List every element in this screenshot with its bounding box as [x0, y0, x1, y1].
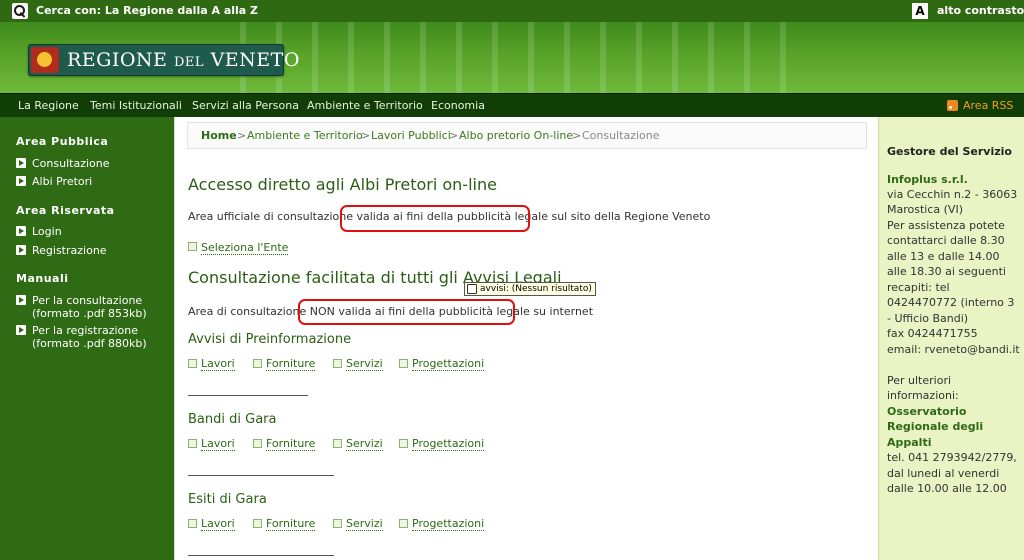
breadcrumb-current: Consultazione: [582, 129, 660, 142]
service-manager-title: Gestore del Servizio: [887, 145, 1012, 158]
breadcrumb-lavori-pubblici[interactable]: Lavori Pubblici: [371, 129, 451, 142]
checkbox-icon[interactable]: [399, 519, 408, 528]
divider: [188, 555, 334, 556]
arrow-right-icon: [16, 325, 26, 335]
main-content: Home > Ambiente e Territorio > Lavori Pu…: [174, 117, 878, 560]
main-nav: La Regione Temi Istituzionali Servizi al…: [0, 93, 1024, 117]
checkbox-icon[interactable]: [253, 359, 262, 368]
breadcrumb-separator: >: [361, 129, 371, 142]
contact-line: alle 13 e dalle 14.00: [887, 250, 1000, 263]
contact-line: 0424470772 (interno 3: [887, 296, 1015, 309]
checkbox-icon[interactable]: [399, 359, 408, 368]
select-entity-link[interactable]: Seleziona l'Ente: [201, 241, 289, 255]
checkbox-icon[interactable]: [188, 439, 197, 448]
rss-icon[interactable]: [947, 100, 958, 111]
breadcrumb-albo-pretorio[interactable]: Albo pretorio On-line: [459, 129, 573, 142]
company-name: Infoplus s.r.l.: [887, 173, 968, 186]
contact-line: recapiti: tel: [887, 281, 950, 294]
banner-background-image: [240, 22, 800, 93]
link-progettazioni[interactable]: Progettazioni: [412, 437, 485, 451]
org-name: Regionale degli: [887, 420, 984, 433]
arrow-right-icon: [16, 176, 26, 186]
search-icon: [467, 284, 477, 294]
link-lavori[interactable]: Lavori: [201, 517, 235, 531]
breadcrumb-ambiente-e-territorio[interactable]: Ambiente e Territorio: [247, 129, 363, 142]
contact-line: - Ufficio Bandi): [887, 312, 969, 325]
nav-item-servizi-alla-persona[interactable]: Servizi alla Persona: [192, 99, 299, 112]
breadcrumb-separator: >: [449, 129, 459, 142]
nav-item-ambiente-e-territorio[interactable]: Ambiente e Territorio: [307, 99, 423, 112]
category-title-esiti-di-gara: Esiti di Gara: [188, 492, 267, 507]
link-progettazioni[interactable]: Progettazioni: [412, 357, 485, 371]
breadcrumb-home[interactable]: Home: [201, 129, 237, 142]
breadcrumb: Home > Ambiente e Territorio > Lavori Pu…: [187, 122, 867, 149]
checkbox-icon[interactable]: [188, 359, 197, 368]
link-lavori[interactable]: Lavori: [201, 357, 235, 371]
contact-line: Per assistenza potete: [887, 219, 1005, 232]
org-hours: dalle 10.00 alle 12.00: [887, 482, 1007, 495]
arrow-right-icon: [16, 295, 26, 305]
checkbox-icon[interactable]: [399, 439, 408, 448]
search-by-topic-link[interactable]: Cerca con: La Regione dalla A alla Z: [36, 4, 258, 17]
nav-item-la-regione[interactable]: La Regione: [18, 99, 79, 112]
regione-veneto-logo[interactable]: REGIONE DEL VENETO: [28, 44, 299, 76]
checkbox-icon[interactable]: [188, 242, 197, 251]
contrast-icon[interactable]: A: [912, 3, 928, 19]
checkbox-icon[interactable]: [333, 519, 342, 528]
nav-item-temi-istituzionali[interactable]: Temi Istituzionali: [90, 99, 182, 112]
arrow-right-icon: [16, 226, 26, 236]
category-title-bandi-di-gara: Bandi di Gara: [188, 412, 277, 427]
category-title-avvisi-preinformazione: Avvisi di Preinformazione: [188, 332, 352, 347]
link-servizi[interactable]: Servizi: [346, 357, 383, 371]
org-hours: dal lunedi al venerdi: [887, 467, 1000, 480]
nav-item-economia[interactable]: Economia: [431, 99, 485, 112]
contact-line: alle 18.30 ai seguenti: [887, 265, 1006, 278]
checkbox-icon[interactable]: [253, 519, 262, 528]
high-contrast-link[interactable]: alto contrasto: [937, 4, 1024, 17]
checkbox-icon[interactable]: [333, 359, 342, 368]
checkbox-icon[interactable]: [188, 519, 197, 528]
right-sidebar: Gestore del Servizio Infoplus s.r.l. via…: [878, 117, 1024, 560]
link-lavori[interactable]: Lavori: [201, 437, 235, 451]
sidebar-heading-manuali: Manuali: [16, 272, 69, 285]
divider: [188, 395, 308, 396]
left-sidebar: Area Pubblica Consultazione Albi Pretori…: [0, 117, 174, 560]
contact-line: contattarci dalle 8.30: [887, 234, 1005, 247]
link-forniture[interactable]: Forniture: [266, 437, 316, 451]
highlight-box: [298, 299, 515, 325]
contact-line: Marostica (VI): [887, 203, 963, 216]
org-phone: tel. 041 2793942/2779,: [887, 451, 1017, 464]
rss-link[interactable]: Area RSS: [963, 99, 1013, 112]
link-progettazioni[interactable]: Progettazioni: [412, 517, 485, 531]
link-servizi[interactable]: Servizi: [346, 517, 383, 531]
info-line: Per ulteriori: [887, 374, 952, 387]
arrow-right-icon: [16, 158, 26, 168]
contact-line: fax 0424471755: [887, 327, 978, 340]
link-servizi[interactable]: Servizi: [346, 437, 383, 451]
logo-text: REGIONE DEL VENETO: [67, 49, 300, 71]
highlight-box: [340, 205, 530, 232]
top-bar: Cerca con: La Regione dalla A alla Z A a…: [0, 0, 1024, 22]
breadcrumb-separator: >: [572, 129, 582, 142]
section-title-accesso-diretto: Accesso diretto agli Albi Pretori on-lin…: [188, 175, 497, 194]
info-line: informazioni:: [887, 389, 959, 402]
divider: [188, 475, 334, 476]
sidebar-heading-area-pubblica: Area Pubblica: [16, 135, 109, 148]
org-name: Appalti: [887, 436, 932, 449]
checkbox-icon[interactable]: [253, 439, 262, 448]
breadcrumb-separator: >: [237, 129, 247, 142]
link-forniture[interactable]: Forniture: [266, 517, 316, 531]
contact-email: email: rveneto@bandi.it: [887, 343, 1020, 356]
sidebar-heading-area-riservata: Area Riservata: [16, 204, 115, 217]
lion-emblem-icon: [31, 47, 59, 73]
checkbox-icon[interactable]: [333, 439, 342, 448]
search-icon[interactable]: [12, 3, 28, 19]
header-banner: REGIONE DEL VENETO: [0, 22, 1024, 93]
arrow-right-icon: [16, 245, 26, 255]
link-forniture[interactable]: Forniture: [266, 357, 316, 371]
contact-line: via Cecchin n.2 - 36063: [887, 188, 1018, 201]
org-name: Osservatorio: [887, 405, 967, 418]
tooltip: avvisi: (Nessun risultato): [464, 282, 596, 296]
